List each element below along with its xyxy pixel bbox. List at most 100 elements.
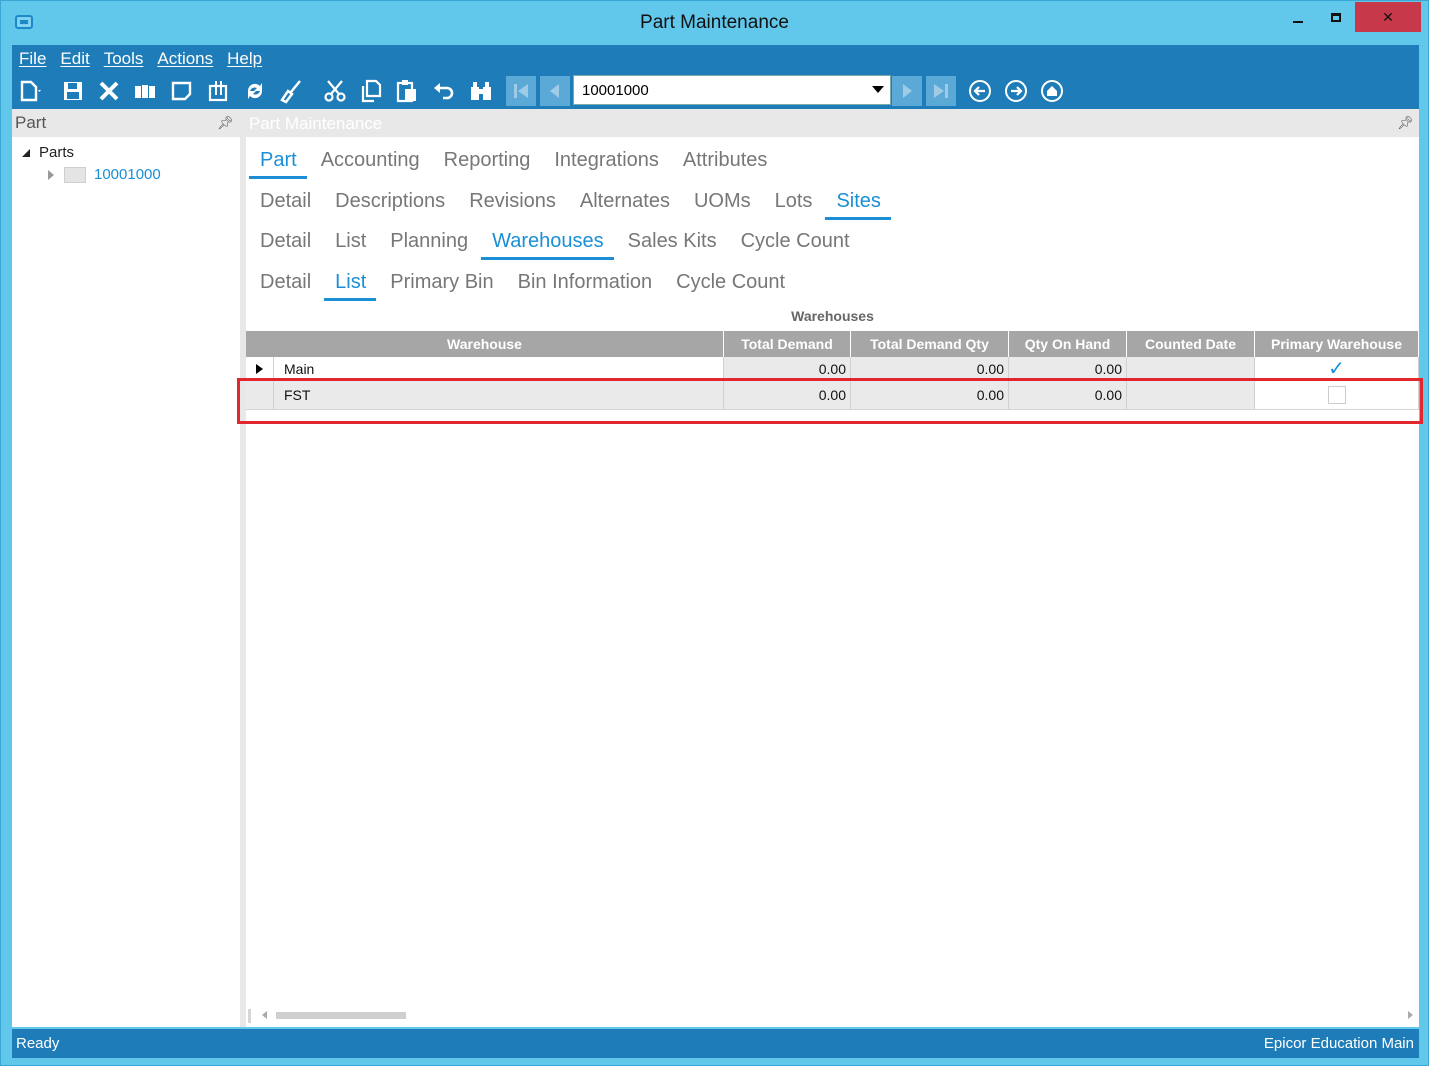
tab-site-cycle-count[interactable]: Cycle Count (730, 230, 860, 260)
status-bar: Ready Epicor Education Main (12, 1029, 1419, 1058)
tab-warehouse-list[interactable]: List (324, 271, 377, 301)
tree-node-part-label: 10001000 (94, 166, 161, 183)
first-record-icon (514, 84, 528, 98)
delete-icon[interactable] (96, 78, 122, 104)
column-header-primary-warehouse[interactable]: Primary Warehouse (1255, 331, 1419, 357)
save-icon[interactable] (60, 78, 86, 104)
tab-accounting[interactable]: Accounting (310, 149, 430, 179)
tab-detail[interactable]: Detail (249, 190, 321, 220)
chevron-down-icon[interactable] (872, 86, 884, 93)
cell-primary-warehouse[interactable]: ✓ (1255, 357, 1419, 380)
next-record-button[interactable] (892, 76, 922, 106)
tab-row-sites: Detail List Planning Warehouses Sales Ki… (249, 230, 863, 260)
column-header-counted-date[interactable]: Counted Date (1127, 331, 1255, 357)
tab-warehouse-cycle-count[interactable]: Cycle Count (665, 271, 795, 301)
tab-sales-kits[interactable]: Sales Kits (617, 230, 727, 260)
primary-warehouse-checkbox[interactable] (1327, 386, 1346, 404)
minimize-button[interactable] (1279, 2, 1317, 32)
title-bar: Part Maintenance ✕ (1, 1, 1428, 44)
tab-primary-bin[interactable]: Primary Bin (379, 271, 503, 301)
back-icon[interactable] (969, 80, 991, 102)
tab-warehouse-detail[interactable]: Detail (249, 271, 321, 301)
scroll-thumb[interactable] (276, 1012, 406, 1019)
column-header-total-demand-qty[interactable]: Total Demand Qty (851, 331, 1009, 357)
part-panel-title: Part (15, 113, 47, 132)
forward-icon[interactable] (1005, 80, 1027, 102)
checkmark-icon[interactable]: ✓ (1328, 356, 1345, 381)
tab-attributes[interactable]: Attributes (672, 149, 777, 179)
tab-part[interactable]: Part (249, 149, 307, 179)
tab-planning[interactable]: Planning (379, 230, 478, 260)
tab-warehouses[interactable]: Warehouses (481, 230, 614, 260)
cell-total-demand-qty[interactable]: 0.00 (851, 357, 1009, 380)
folder-icon (64, 166, 86, 183)
tab-lots[interactable]: Lots (764, 190, 823, 220)
previous-record-button[interactable] (540, 76, 570, 106)
cell-warehouse[interactable]: Main (274, 357, 724, 380)
tab-bin-information[interactable]: Bin Information (507, 271, 663, 301)
tree-node-part[interactable]: 10001000 (48, 166, 161, 183)
menu-file[interactable]: File (18, 49, 53, 69)
refresh-icon[interactable] (242, 78, 268, 104)
pin-icon[interactable]: 📌︎ (217, 115, 234, 131)
cell-total-demand[interactable]: 0.00 (724, 381, 851, 409)
tab-alternates[interactable]: Alternates (569, 190, 680, 220)
cut-icon[interactable] (322, 78, 348, 104)
cell-primary-warehouse[interactable] (1255, 381, 1419, 409)
row-selector[interactable] (246, 357, 274, 380)
tab-site-detail[interactable]: Detail (249, 230, 321, 260)
table-row[interactable]: Main 0.00 0.00 0.00 ✓ (246, 357, 1419, 381)
column-header-total-demand[interactable]: Total Demand (724, 331, 851, 357)
expand-icon[interactable] (48, 169, 54, 180)
tab-sites[interactable]: Sites (825, 190, 891, 220)
window-title: Part Maintenance (640, 12, 789, 33)
last-record-button[interactable] (926, 76, 956, 106)
search-icon[interactable] (468, 78, 494, 104)
tree-node-parts[interactable]: Parts (22, 144, 74, 161)
scroll-right-icon[interactable] (1408, 1011, 1413, 1019)
clear-icon[interactable] (278, 78, 304, 104)
tab-reporting[interactable]: Reporting (433, 149, 541, 179)
column-header-qty-on-hand[interactable]: Qty On Hand (1009, 331, 1127, 357)
tab-row-main: Part Accounting Reporting Integrations A… (249, 149, 780, 179)
cell-total-demand[interactable]: 0.00 (724, 357, 851, 380)
cell-counted-date[interactable] (1127, 381, 1255, 409)
part-key-combo[interactable]: 10001000 (573, 75, 891, 105)
menu-actions[interactable]: Actions (156, 49, 220, 69)
tab-row-warehouses: Detail List Primary Bin Bin Information … (249, 271, 798, 301)
cell-warehouse[interactable]: FST (274, 381, 724, 409)
tab-revisions[interactable]: Revisions (458, 190, 566, 220)
copy-icon[interactable] (358, 78, 384, 104)
paste-icon[interactable] (394, 78, 420, 104)
tab-uoms[interactable]: UOMs (683, 190, 761, 220)
new-icon[interactable] (16, 78, 42, 104)
part-key-input[interactable]: 10001000 (582, 82, 649, 99)
row-selector[interactable] (246, 381, 274, 409)
cell-total-demand-qty[interactable]: 0.00 (851, 381, 1009, 409)
maximize-button[interactable] (1317, 2, 1355, 32)
cell-qty-on-hand[interactable]: 0.00 (1009, 357, 1127, 380)
attachment-icon[interactable] (206, 78, 232, 104)
close-button[interactable]: ✕ (1355, 2, 1421, 32)
note-icon[interactable] (169, 78, 195, 104)
menu-edit[interactable]: Edit (59, 49, 96, 69)
undo-icon[interactable] (431, 78, 457, 104)
column-header-warehouse[interactable]: Warehouse (246, 331, 724, 357)
tab-row-part: Detail Descriptions Revisions Alternates… (249, 190, 894, 220)
warehouses-grid: Warehouse Total Demand Total Demand Qty … (246, 331, 1419, 410)
table-row[interactable]: FST 0.00 0.00 0.00 (246, 381, 1419, 410)
menu-help[interactable]: Help (226, 49, 269, 69)
book-icon[interactable] (132, 78, 158, 104)
first-record-button[interactable] (506, 76, 536, 106)
collapse-icon[interactable] (22, 149, 30, 157)
menu-tools[interactable]: Tools (103, 49, 151, 69)
home-icon[interactable] (1041, 80, 1063, 102)
pin-icon[interactable]: 📌︎ (1397, 115, 1414, 131)
tab-descriptions[interactable]: Descriptions (324, 190, 455, 220)
tab-site-list[interactable]: List (324, 230, 376, 260)
cell-counted-date[interactable] (1127, 357, 1255, 380)
scroll-left-icon[interactable] (262, 1011, 267, 1019)
tab-integrations[interactable]: Integrations (543, 149, 669, 179)
horizontal-scrollbar[interactable] (246, 1007, 1419, 1025)
cell-qty-on-hand[interactable]: 0.00 (1009, 381, 1127, 409)
